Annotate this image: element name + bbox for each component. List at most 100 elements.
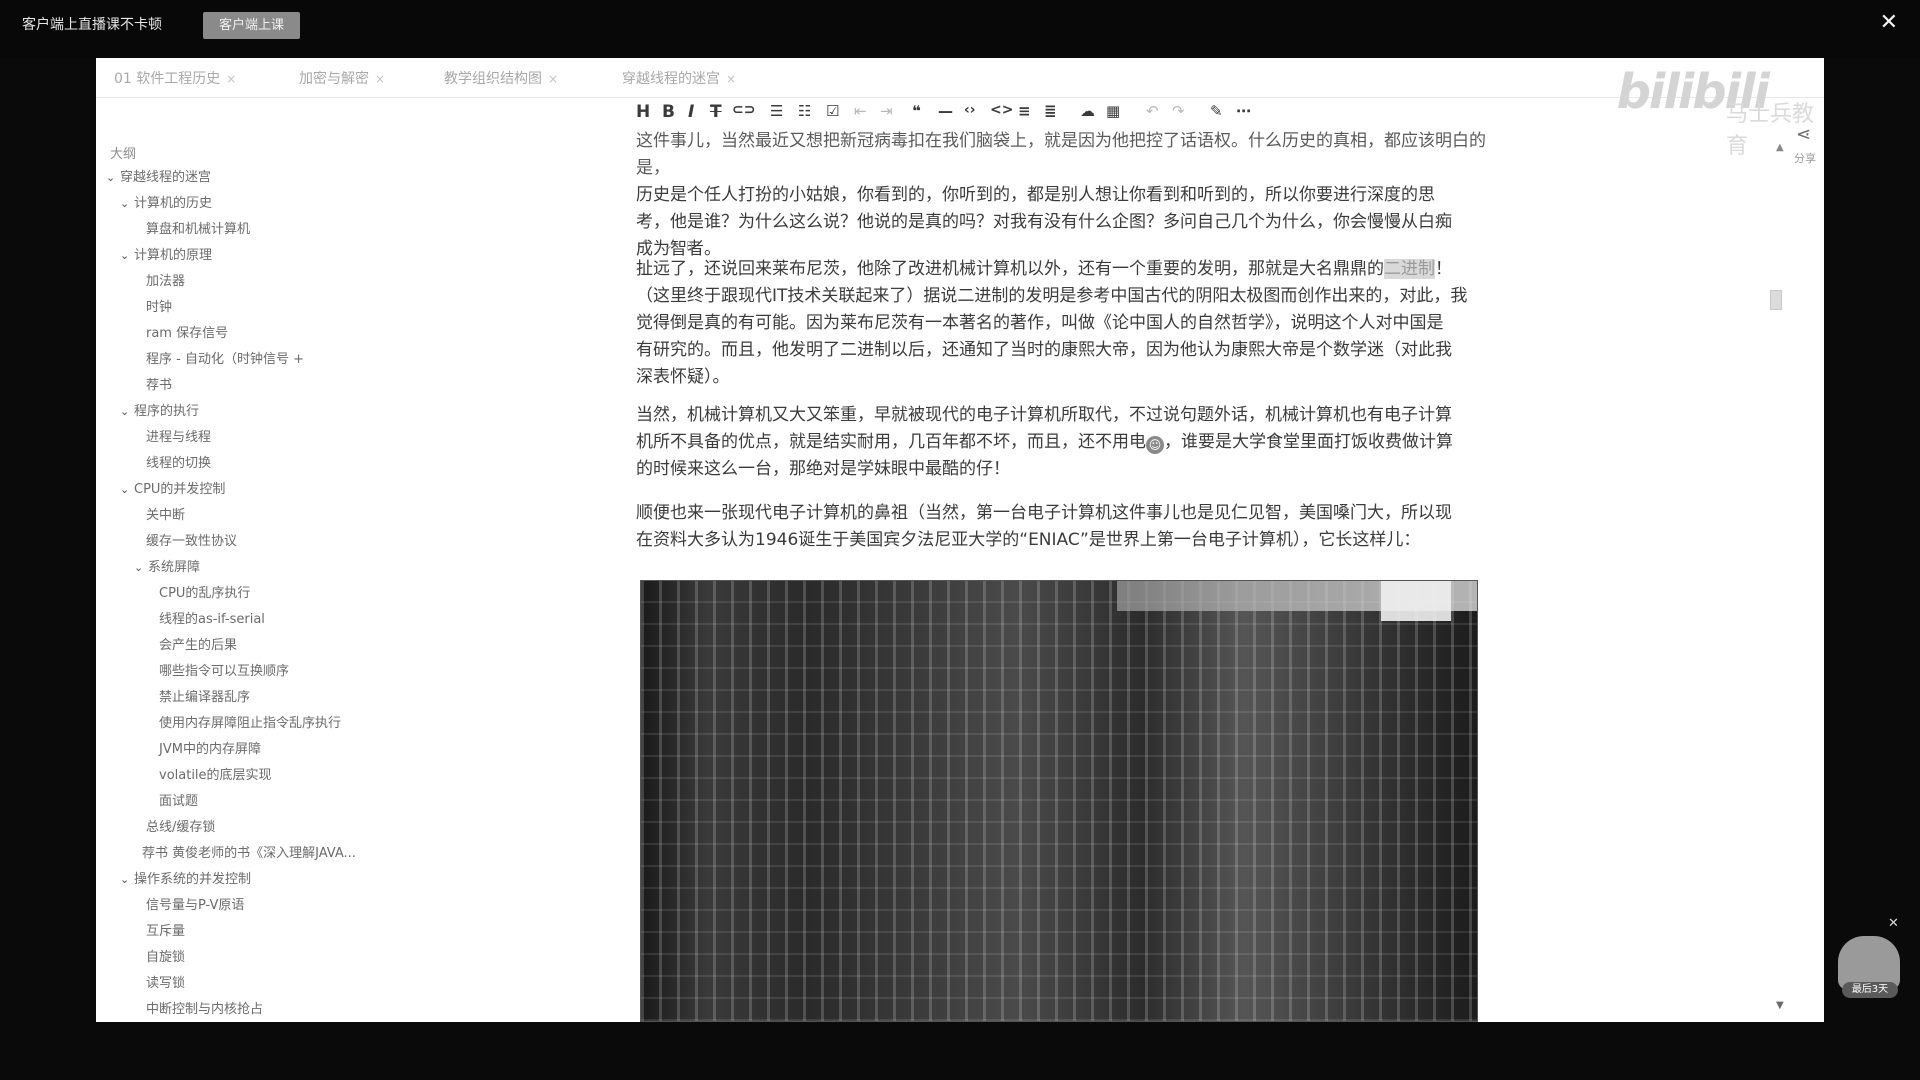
outline-sidebar: 大纲 ⌄ 穿越线程的迷宫 ⌄ 计算机的历史 算盘和机械计算机 ⌄ 计算机的原理 加法器… [96,98,601,1022]
outline-item[interactable]: 算盘和机械计算机 [146,218,250,237]
smiley-emoji-icon: ☺ [1146,436,1164,454]
promo-mascot[interactable]: 最后3天 [1838,930,1900,1000]
align-icon[interactable]: ≡ [1018,102,1031,120]
link-icon[interactable]: ⊂⊃ [732,102,755,118]
paragraph: 当然，机械计算机又大又笨重，早就被现代的电子计算机所取代，不过说句题外话，机械计… [636,405,1453,479]
tab-org-chart[interactable]: 教学组织结构图 × [444,68,558,88]
paragraph: 顺便也来一张现代电子计算机的鼻祖（当然，第一台电子计算机这件事儿也是见仁见智，美… [636,503,1452,550]
indent-increase-icon[interactable]: ⇥ [880,102,893,120]
outline-title: 大纲 [110,147,137,162]
paragraph: 扯远了，还说回来莱布尼茨，他除了改进机械计算机以外，还有一个重要的发明，那就是大… [636,259,1468,387]
highlighted-text: 二进制 [1384,259,1435,279]
scrollbar-thumb[interactable] [1770,290,1782,310]
code-block-icon[interactable]: <> [990,102,1013,118]
client-class-button[interactable]: 客户端上课 [203,12,300,39]
outline-item[interactable]: 面试题 [159,790,198,809]
share-label[interactable]: 分享 [1794,150,1816,166]
outline-item[interactable]: 加法器 [146,270,185,289]
outline-item[interactable]: ram 保存信号 [146,322,228,341]
tab-software-history[interactable]: 01 软件工程历史 × [114,68,236,88]
tab-thread-maze[interactable]: 穿越线程的迷宫 × [622,68,736,88]
scroll-up-icon[interactable]: ▲ [1776,142,1784,153]
photo-window [1381,581,1451,621]
outline-item[interactable]: ⌄ 穿越线程的迷宫 [106,166,211,185]
eniac-photo [640,580,1478,1022]
tab-close-icon[interactable]: × [548,72,558,86]
tab-close-icon[interactable]: × [726,72,736,86]
share-icon[interactable]: ⋖ [1796,124,1811,145]
bold-icon[interactable]: B [662,102,675,122]
bilibili-logo: bilibili 马士兵教育 [1526,58,1824,159]
outline-item[interactable]: volatile的底层实现 [159,764,272,783]
chevron-down-icon[interactable]: ⌄ [663,238,681,252]
italic-icon[interactable]: I [688,102,694,122]
tab-label: 加密与解密 [299,71,369,87]
outline-item[interactable]: 程序 - 自动化（时钟信号 + [146,348,304,367]
chevron-up-icon[interactable]: ⌃ [640,238,658,252]
strikethrough-icon[interactable]: T [710,102,722,122]
chevron-down-icon[interactable]: ⌄ [120,483,134,496]
chevron-down-icon[interactable]: ⌄ [120,249,134,262]
close-icon[interactable]: ✕ [1880,12,1898,34]
checkbox-list-icon[interactable]: ☑ [826,102,839,120]
toc-icon[interactable]: ≣ [1044,102,1057,120]
table-icon[interactable]: ▦ [1106,102,1120,120]
chevron-down-icon[interactable]: ⌄ [134,561,148,574]
outline-item[interactable]: 线程的切换 [146,452,211,471]
delete-icon[interactable]: ▯ [686,238,701,252]
outline-item[interactable]: ⌄ 程序的执行 [120,400,199,419]
outline-item[interactable]: 哪些指令可以互换顺序 [159,660,289,679]
promo-text: 客户端上直播课不卡顿 [22,17,162,33]
undo-icon[interactable]: ↶ [1146,102,1159,120]
outline-item[interactable]: 禁止编译器乱序 [159,686,250,705]
heading-icon[interactable]: H [636,102,650,122]
outline-item[interactable]: 缓存一致性协议 [146,530,237,549]
top-bar: 客户端上直播课不卡顿 客户端上课 ✕ [0,0,1920,58]
outline-item[interactable]: 中断控制与内核抢占 [146,998,263,1017]
mascot-label: 最后3天 [1842,982,1898,998]
scroll-down-icon[interactable]: ▼ [1776,1000,1784,1011]
outline-item[interactable]: 自旋锁 [146,946,185,965]
outline-item[interactable]: 读写锁 [146,972,185,991]
ordered-list-icon[interactable]: ☷ [798,102,811,120]
block-controls[interactable]: ⌃ ⌄ ▯ [640,234,701,253]
chevron-down-icon[interactable]: ⌄ [120,873,134,886]
outline-item[interactable]: 荐书 [146,374,172,393]
indent-decrease-icon[interactable]: ⇤ [854,102,867,120]
outline-item[interactable]: 信号量与P-V原语 [146,894,244,913]
pen-icon[interactable]: ✎ [1210,102,1223,120]
outline-item[interactable]: CPU的乱序执行 [159,582,250,601]
redo-icon[interactable]: ↷ [1172,102,1185,120]
tab-close-icon[interactable]: × [375,72,385,86]
outline-item[interactable]: ⌄ 系统屏障 [134,556,200,575]
tab-close-icon[interactable]: × [226,72,236,86]
quote-icon[interactable]: ❝ [912,102,921,120]
video-frame: 01 软件工程历史 × 加密与解密 × 教学组织结构图 × 穿越线程的迷宫 × bili… [96,58,1824,1022]
outline-item[interactable]: 总线/缓存锁 [146,816,215,835]
outline-item[interactable]: ⌄ 计算机的历史 [120,192,212,211]
outline-item[interactable]: 使用内存屏障阻止指令乱序执行 [159,712,341,731]
outline-item[interactable]: 关中断 [146,504,185,523]
bullet-list-icon[interactable]: ☰ [770,102,783,120]
outline-item[interactable]: 时钟 [146,296,172,315]
outline-item[interactable]: 互斥量 [146,920,185,939]
code-icon[interactable]: ‹› [964,102,976,118]
outline-item[interactable]: 线程的as-if-serial [159,608,265,627]
outline-item[interactable]: ⌄ 操作系统的并发控制 [120,868,251,887]
more-icon[interactable]: ⋯ [1236,102,1251,120]
cloud-icon[interactable]: ☁ [1080,102,1095,120]
chevron-down-icon[interactable]: ⌄ [106,171,120,184]
horizontal-rule-icon[interactable]: — [938,102,953,120]
paragraph: 这件事儿，当然最近又想把新冠病毒扣在我们脑袋上，就是因为他把控了话语权。什么历史… [636,131,1486,259]
outline-item[interactable]: ⌄ CPU的并发控制 [120,478,225,497]
outline-item[interactable]: JVM中的内存屏障 [159,738,261,757]
outline-item[interactable]: ⌄ 计算机的原理 [120,244,212,263]
chevron-down-icon[interactable]: ⌄ [120,197,134,210]
close-icon[interactable]: ✕ [1888,916,1899,931]
outline-item[interactable]: 进程与线程 [146,426,211,445]
outline-item[interactable]: 会产生的后果 [159,634,237,653]
chevron-down-icon[interactable]: ⌄ [120,405,134,418]
outline-item[interactable]: 荐书 黄俊老师的书《深入理解JAVA... [142,842,356,861]
tab-label: 01 软件工程历史 [114,71,221,87]
tab-encryption[interactable]: 加密与解密 × [299,68,385,88]
